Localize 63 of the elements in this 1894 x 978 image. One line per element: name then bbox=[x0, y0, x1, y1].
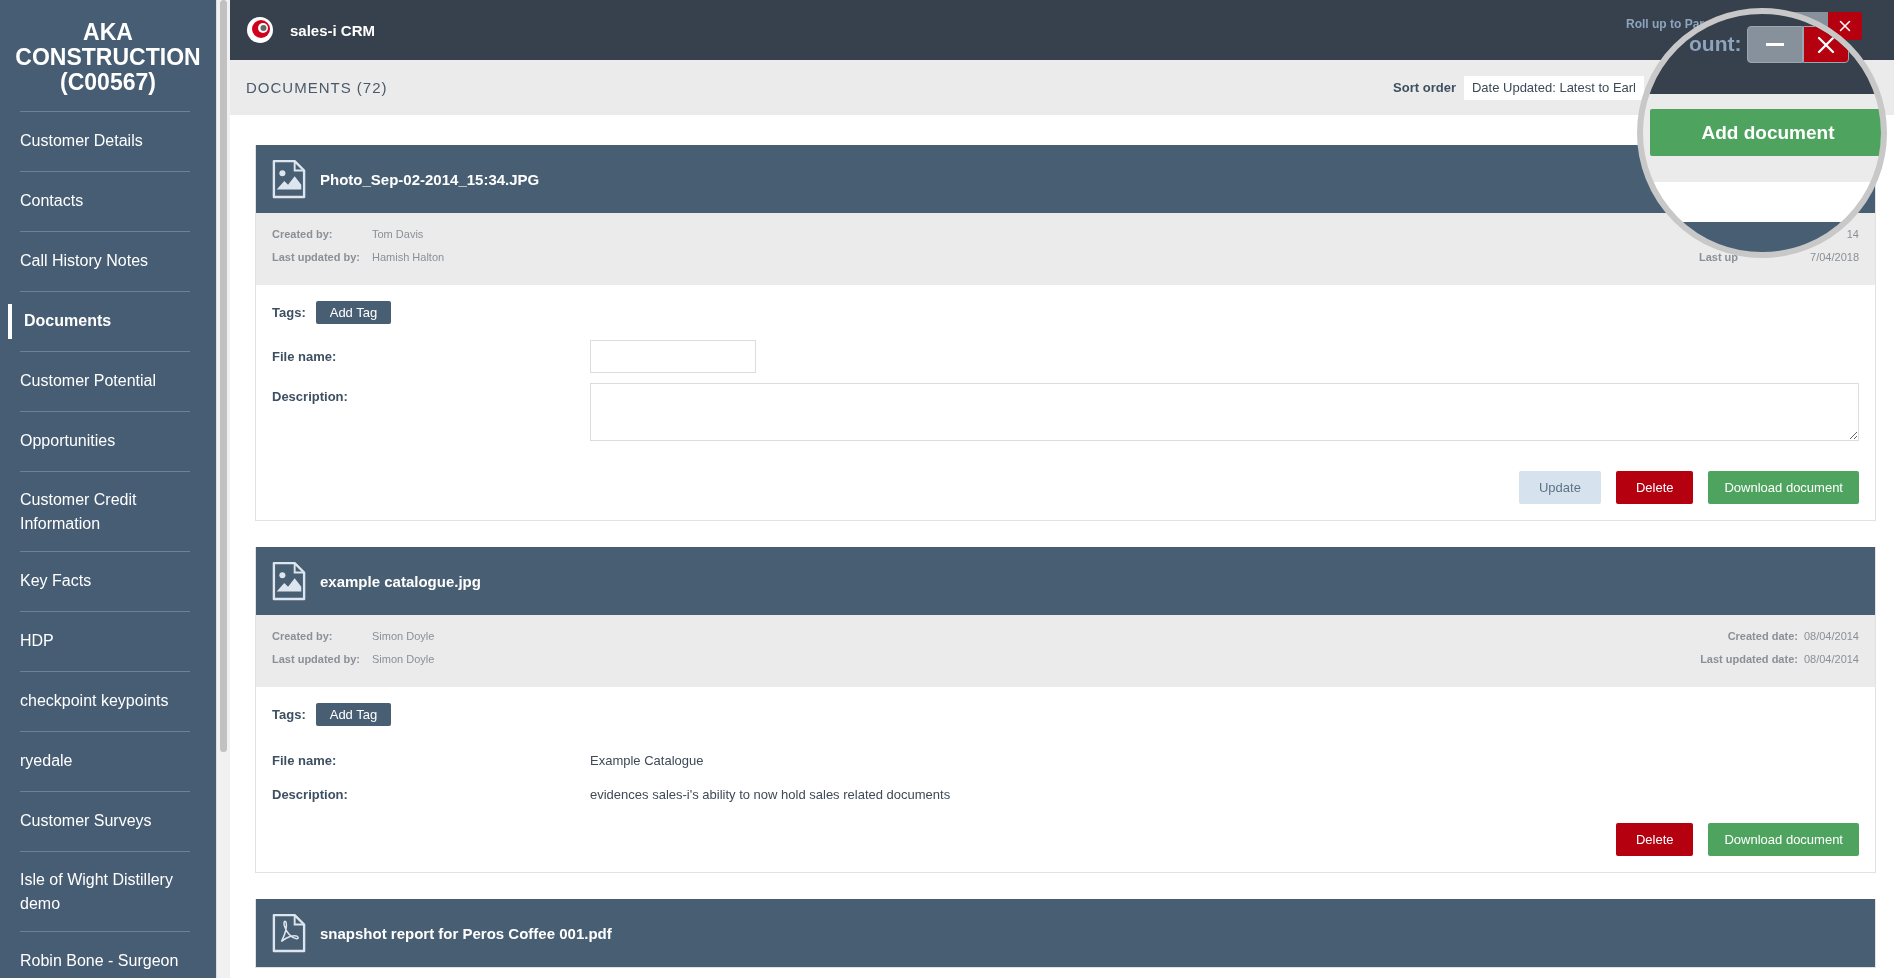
sidebar-item[interactable]: Customer Potential bbox=[20, 351, 190, 411]
update-button[interactable]: Update bbox=[1518, 471, 1601, 504]
customer-title: AKA CONSTRUCTION (C00567) bbox=[14, 18, 202, 97]
document-title: example catalogue.jpg bbox=[320, 572, 481, 590]
sidebar-item[interactable]: Documents bbox=[20, 291, 190, 351]
meta-value: Simon Doyle bbox=[372, 652, 435, 667]
delete-button[interactable]: Delete bbox=[1615, 823, 1694, 856]
close-button[interactable] bbox=[1828, 12, 1862, 40]
meta-value: 7/04/2018 bbox=[1810, 250, 1859, 265]
sidebar-item[interactable]: Opportunities bbox=[20, 411, 190, 471]
add-tag-button[interactable]: Add Tag bbox=[315, 702, 392, 726]
documents-heading: DOCUMENTS (72) bbox=[246, 79, 388, 96]
logo-icon bbox=[246, 16, 274, 44]
minimize-button[interactable] bbox=[1747, 26, 1804, 63]
sidebar-item[interactable]: checkpoint keypoints bbox=[20, 671, 190, 731]
sidebar-item[interactable]: Customer Surveys bbox=[20, 791, 190, 851]
file-name-value: Example Catalogue bbox=[590, 752, 704, 768]
minus-icon bbox=[1766, 43, 1785, 46]
document-title: snapshot report for Peros Coffee 001.pdf bbox=[320, 924, 612, 942]
meta-label: Last updated date: bbox=[1700, 652, 1798, 667]
field-label: File name: bbox=[272, 752, 338, 768]
image-file-icon bbox=[272, 560, 306, 602]
meta-label: Created date: bbox=[1727, 629, 1798, 644]
sidebar-item[interactable]: Isle of Wight Distillery demo bbox=[20, 851, 190, 931]
meta-label: Last up bbox=[1698, 250, 1739, 265]
sort-select[interactable]: Date Updated: Latest to Earl bbox=[1463, 75, 1644, 100]
add-tag-button[interactable]: Add Tag bbox=[315, 300, 392, 324]
field-label: Description: bbox=[272, 786, 349, 802]
sidebar-item[interactable]: Contacts bbox=[20, 171, 190, 231]
meta-label: Last updated by: bbox=[272, 250, 361, 265]
meta-label: Last updated by: bbox=[272, 652, 361, 667]
tags-label: Tags: bbox=[272, 706, 306, 722]
file-name-field[interactable] bbox=[590, 339, 756, 373]
field-label: File name: bbox=[272, 348, 338, 364]
sidebar-item[interactable]: Customer Details bbox=[20, 111, 190, 171]
tags-label: Tags: bbox=[272, 304, 306, 320]
app-name: sales-i CRM bbox=[290, 21, 376, 39]
pdf-file-icon bbox=[272, 912, 306, 954]
meta-value: 08/04/2014 bbox=[1803, 629, 1859, 644]
meta-label: Created by: bbox=[272, 629, 334, 644]
meta-value: Tom Davis bbox=[372, 227, 424, 242]
selection-indicator bbox=[8, 304, 12, 339]
document-title: Photo_Sep-02-2014_15:34.JPG bbox=[320, 170, 540, 188]
close-button[interactable] bbox=[1803, 26, 1850, 63]
meta-value: 14 bbox=[1846, 227, 1859, 242]
meta-value: Hamish Halton bbox=[372, 250, 445, 265]
sort-label: Sort order bbox=[1393, 80, 1456, 95]
scrollbar[interactable] bbox=[216, 0, 230, 978]
sidebar-item[interactable]: Customer Credit Information bbox=[20, 471, 190, 551]
count-label: ount: bbox=[1689, 32, 1742, 56]
image-file-icon bbox=[272, 158, 306, 200]
sidebar-item[interactable]: Robin Bone - Surgeon bbox=[20, 931, 190, 978]
sidebar-item[interactable]: Key Facts bbox=[20, 551, 190, 611]
description-value: evidences sales-i's ability to now hold sales related documents bbox=[590, 786, 951, 802]
field-label: Description: bbox=[272, 389, 349, 404]
meta-value: Simon Doyle bbox=[372, 629, 435, 644]
delete-button[interactable]: Delete bbox=[1615, 471, 1694, 504]
meta-label: Created by: bbox=[272, 227, 334, 242]
meta-value: 08/04/2014 bbox=[1803, 652, 1859, 667]
description-field[interactable] bbox=[590, 383, 1859, 441]
sidebar-item[interactable]: Call History Notes bbox=[20, 231, 190, 291]
sidebar-item[interactable]: HDP bbox=[20, 611, 190, 671]
sidebar-item[interactable]: ryedale bbox=[20, 731, 190, 791]
